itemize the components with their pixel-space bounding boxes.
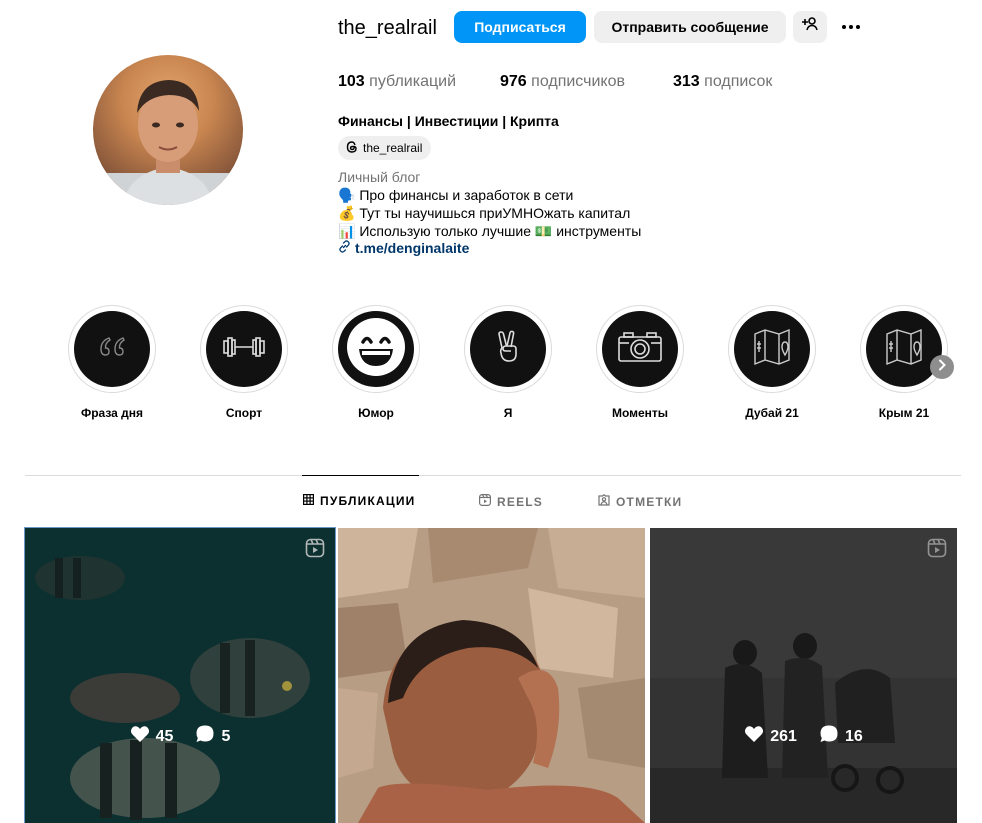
highlight-label: Спорт [225,406,263,420]
tab-label: ОТМЕТКИ [616,494,683,509]
highlight-item[interactable]: Я [458,305,558,421]
threads-badge[interactable]: the_realrail [338,136,432,160]
comments-count: 5 [221,727,231,745]
chevron-right-icon [937,358,947,376]
highlight-label: Фраза дня [80,406,144,420]
likes-count: 261 [770,727,797,745]
tab-label: REELS [497,494,544,509]
camera-icon [616,330,664,369]
highlight-item[interactable]: Фраза дня [62,305,162,421]
highlight-label: Я [503,406,513,420]
quote-icon [97,335,127,364]
highlight-item[interactable]: Моменты [590,305,690,421]
bio-line: 🗣️ Про финансы и заработок в сети [338,187,574,203]
tab-reels[interactable]: REELS [479,494,543,509]
stat-followers[interactable]: 976 подписчиков [500,72,625,92]
send-message-button[interactable]: Отправить сообщение [594,11,786,43]
profile-avatar[interactable] [93,55,243,205]
map-icon [752,327,792,372]
profile-category: Личный блог [338,169,421,185]
active-tab-indicator [302,475,419,476]
profile-username: the_realrail [338,17,437,39]
post-thumbnail[interactable]: 45 5 [24,527,336,823]
bio-link-text: t.me/denginalaite [355,240,470,256]
post-thumbnail[interactable]: 261 16 [650,528,957,823]
tab-tagged[interactable]: ОТМЕТКИ [598,494,682,509]
likes-count: 45 [155,727,174,745]
dumbbell-icon [220,335,268,364]
post-stats: 261 16 [650,724,957,749]
comments-count: 16 [844,727,863,745]
highlight-item[interactable]: Дубай 21 [722,305,822,421]
highlight-item[interactable]: Спорт [194,305,294,421]
highlight-label: Крым 21 [878,406,930,420]
reel-badge-icon [927,538,947,563]
highlight-label: Дубай 21 [745,406,799,420]
highlight-label: Юмор [358,406,394,420]
grid-icon [303,494,315,508]
heart-icon [744,725,764,748]
bio-link[interactable]: t.me/denginalaite [338,240,469,256]
map-icon [884,327,924,372]
laughing-face-icon [344,315,408,384]
follow-button[interactable]: Подписаться [454,11,586,43]
reels-icon [479,494,492,509]
comment-icon [195,724,215,749]
reel-badge-icon [305,538,325,563]
tab-posts[interactable]: ПУБЛИКАЦИИ [303,494,415,508]
bio-line: 📊 Использую только лучшие 💵 инструменты [338,223,642,239]
bio-name: Финансы | Инвестиции | Крипта [338,113,559,129]
bio-line: 💰 Тут ты научишься приУМНОжать капитал [338,205,631,221]
stat-posts: 103 публикаций [338,73,457,90]
more-options-button[interactable] [835,13,867,41]
highlight-label: Моменты [611,406,669,420]
heart-icon [130,725,150,748]
tagged-icon [598,494,610,509]
post-thumbnail[interactable] [338,528,645,823]
highlight-item[interactable]: Юмор [326,305,426,421]
more-dots-icon [842,25,846,29]
comment-icon [819,724,839,749]
peace-hand-icon [494,330,522,369]
threads-icon [345,140,359,157]
add-person-icon [802,11,818,43]
highlights-next-button[interactable] [930,355,954,379]
link-icon [338,240,351,256]
tabs-divider [25,475,961,476]
suggest-people-button[interactable] [793,11,827,43]
stat-following[interactable]: 313 подписок [673,72,772,92]
post-stats: 45 5 [25,724,335,749]
tab-label: ПУБЛИКАЦИИ [320,494,416,508]
threads-handle: the_realrail [363,141,423,155]
